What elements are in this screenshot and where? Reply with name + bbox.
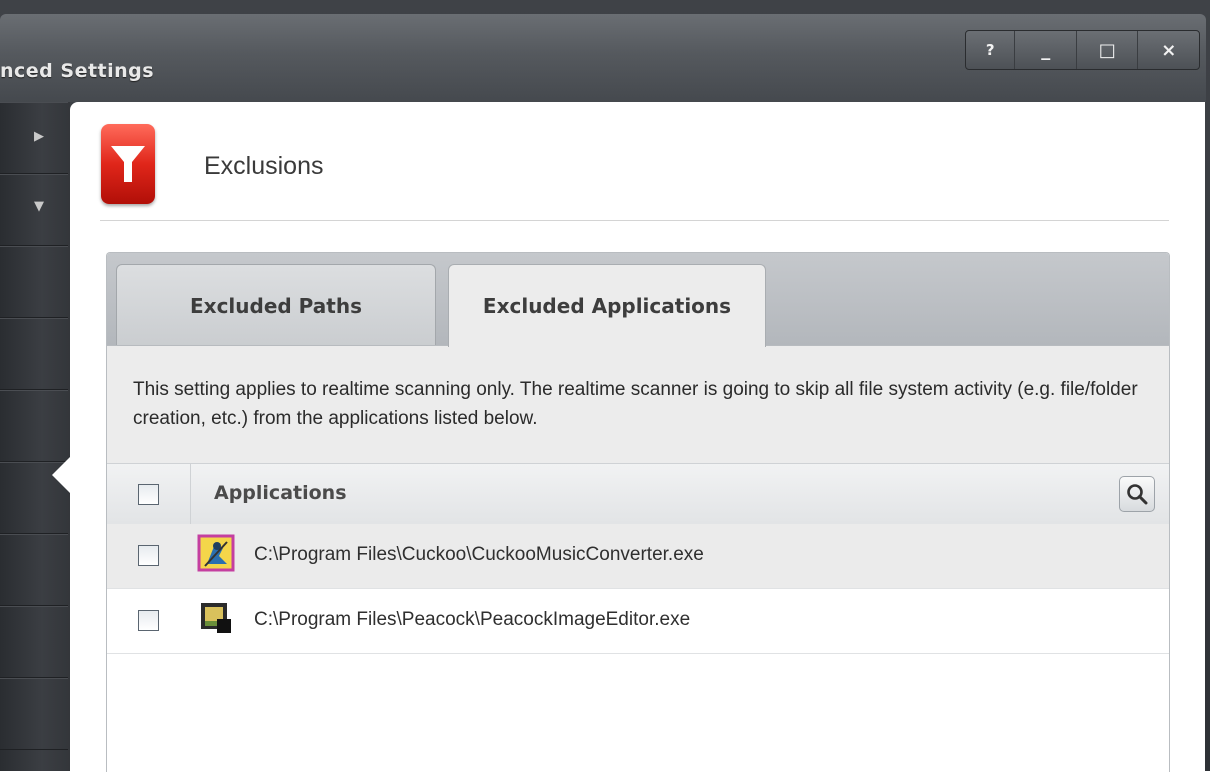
column-header-applications[interactable]: Applications	[214, 482, 347, 504]
sidebar-item[interactable]	[0, 678, 68, 750]
filter-icon	[101, 124, 155, 204]
peacock-app-icon	[197, 599, 235, 637]
row-path: C:\Program Files\Cuckoo\CuckooMusicConve…	[254, 544, 704, 565]
sidebar-item[interactable]	[0, 318, 68, 390]
search-icon	[1127, 484, 1148, 505]
chevron-right-icon: ▶	[34, 129, 44, 144]
sidebar-item-expand[interactable]: ▶	[0, 102, 68, 174]
selection-pointer	[52, 457, 70, 493]
row-checkbox[interactable]	[138, 545, 159, 566]
sidebar-item[interactable]	[0, 246, 68, 318]
help-button[interactable]: ?	[966, 31, 1014, 69]
divider	[100, 220, 1169, 221]
table-header: Applications	[107, 463, 1169, 525]
column-separator	[190, 464, 191, 524]
sidebar-item[interactable]	[0, 390, 68, 462]
sidebar-item[interactable]	[0, 606, 68, 678]
main-panel: Exclusions Excluded Paths Excluded Appli…	[70, 102, 1205, 772]
row-path: C:\Program Files\Peacock\PeacockImageEdi…	[254, 609, 691, 630]
window-title: nced Settings	[0, 60, 155, 82]
tab-strip: Excluded Paths Excluded Applications	[107, 253, 1169, 347]
tab-excluded-paths[interactable]: Excluded Paths	[116, 264, 436, 346]
close-button[interactable]: ×	[1137, 31, 1199, 69]
window-controls: ? _ □ ×	[965, 30, 1200, 70]
sidebar-item-selected[interactable]	[0, 534, 68, 606]
app-window: nced Settings ? _ □ × ▶ ▼ Exclusions Exc…	[0, 0, 1210, 772]
info-panel: This setting applies to realtime scannin…	[107, 345, 1169, 464]
table-row[interactable]: C:\Program Files\Peacock\PeacockImageEdi…	[107, 589, 1169, 654]
tab-container: Excluded Paths Excluded Applications Thi…	[106, 252, 1170, 772]
search-button[interactable]	[1119, 476, 1155, 512]
info-text: This setting applies to realtime scannin…	[133, 379, 1138, 429]
title-bar[interactable]: nced Settings ? _ □ ×	[0, 14, 1206, 102]
cuckoo-app-icon	[197, 534, 235, 572]
chevron-down-icon: ▼	[34, 199, 44, 214]
minimize-button[interactable]: _	[1014, 31, 1076, 69]
sidebar-item-collapse[interactable]: ▼	[0, 174, 68, 246]
tab-excluded-applications[interactable]: Excluded Applications	[448, 264, 766, 347]
row-checkbox[interactable]	[138, 610, 159, 631]
select-all-checkbox[interactable]	[138, 484, 159, 505]
table-row[interactable]: C:\Program Files\Cuckoo\CuckooMusicConve…	[107, 524, 1169, 589]
maximize-button[interactable]: □	[1075, 31, 1138, 69]
page-title: Exclusions	[204, 152, 324, 180]
sidebar: ▶ ▼	[0, 102, 70, 771]
